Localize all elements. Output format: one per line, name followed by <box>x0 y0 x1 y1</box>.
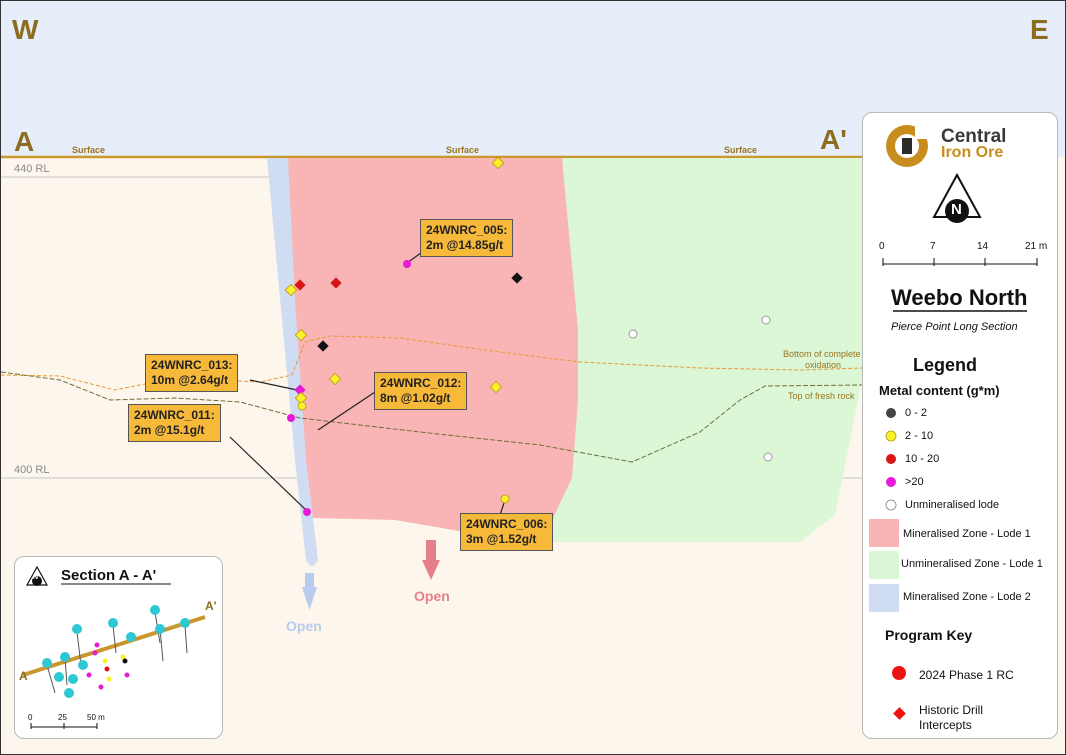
surface-label: Surface <box>446 145 480 155</box>
inset-graphics <box>22 565 206 729</box>
historic-drill-icon <box>893 707 906 720</box>
program-label: Intercepts <box>919 718 972 732</box>
unmineralised-dot <box>763 452 773 462</box>
intercept-dot <box>287 414 295 422</box>
surface-label: Surface <box>72 145 106 155</box>
callout-hole: 24WNRC_013: <box>151 358 233 372</box>
inset-title: Section A - A' <box>61 567 157 584</box>
oxidation-label: oxidation <box>805 360 842 370</box>
intercept-dot <box>303 508 311 516</box>
metal-dot <box>885 499 897 511</box>
scale-bar <box>882 258 1038 266</box>
section-start-label: A <box>14 126 35 157</box>
callout-hole: 24WNRC_012: <box>380 376 462 390</box>
metal-class-label: Unmineralised lode <box>905 499 1000 511</box>
fresh-rock-label: Top of fresh rock <box>788 391 855 401</box>
program-label: 2024 Phase 1 RC <box>919 668 1014 682</box>
legend-panel: Central Iron Ore N 0 7 14 21 m Weebo Nor… <box>862 112 1058 739</box>
callout-24wnrc-005: 24WNRC_005: 2m @14.85g/t <box>420 219 514 257</box>
zone-swatch-mineralised-lode1 <box>869 519 899 547</box>
program-label: Historic Drill <box>919 703 983 717</box>
zone-label: Mineralised Zone - Lode 2 <box>903 591 1031 603</box>
surface-label: Surface <box>724 145 758 155</box>
unmineralised-dot <box>761 315 771 325</box>
map-title: Weebo North <box>891 285 1028 310</box>
zone-label: Mineralised Zone - Lode 1 <box>903 528 1031 540</box>
unmineralised-dot <box>628 329 638 339</box>
metal-class-label: 0 - 2 <box>905 407 928 419</box>
map-subtitle: Pierce Point Long Section <box>891 321 1018 333</box>
inset-scale-tick: 50 m <box>87 713 105 722</box>
program-heading: Program Key <box>885 627 973 643</box>
metal-dot <box>886 454 896 464</box>
inset-start-label: A <box>19 669 28 683</box>
inset-scale-bar <box>30 723 98 729</box>
callout-hole: 24WNRC_006: <box>466 517 548 531</box>
rc-program-icon <box>892 666 906 680</box>
open-label-lode2: Open <box>286 618 322 634</box>
metal-dot <box>886 408 896 418</box>
east-label: E <box>1030 14 1049 45</box>
metal-class-label: >20 <box>905 476 924 488</box>
inset-map: N Section A - A' A A' 0 25 50 m <box>14 556 223 739</box>
callout-24wnrc-006: 24WNRC_006: 3m @1.52g/t <box>460 513 554 551</box>
intercept-dot <box>297 401 307 411</box>
west-label: W <box>12 14 39 45</box>
callout-result: 8m @1.02g/t <box>380 391 451 405</box>
metal-class-label: 10 - 20 <box>905 453 940 465</box>
callout-result: 2m @14.85g/t <box>426 238 504 252</box>
north-label: N <box>951 201 962 218</box>
rl-label-440: 440 RL <box>14 163 50 175</box>
open-label-lode1: Open <box>414 588 450 604</box>
callout-24wnrc-011: 24WNRC_011: 2m @15.1g/t <box>128 404 221 442</box>
section-end-label: A' <box>820 124 847 155</box>
scale-tick: 14 <box>977 241 989 252</box>
intercept-dot <box>500 494 510 504</box>
callout-24wnrc-012: 24WNRC_012: 8m @1.02g/t <box>374 372 468 410</box>
callout-result: 3m @1.52g/t <box>466 532 537 546</box>
callout-result: 10m @2.64g/t <box>151 373 229 387</box>
inset-scale-tick: 0 <box>28 713 33 722</box>
zone-swatch-mineralised-lode2 <box>869 584 899 612</box>
scale-tick: 21 m <box>1025 241 1048 252</box>
scale-tick: 7 <box>930 241 936 252</box>
scale-tick: 0 <box>879 241 885 252</box>
mineralised-zone-lode1 <box>287 158 578 535</box>
metal-class-label: 2 - 10 <box>905 430 934 442</box>
legend-heading: Legend <box>913 355 978 375</box>
rl-label-400: 400 RL <box>14 464 50 476</box>
callout-result: 2m @15.1g/t <box>134 423 205 437</box>
inset-scale-tick: 25 <box>58 713 67 722</box>
metal-dot <box>885 430 897 442</box>
metal-dot <box>886 477 896 487</box>
zone-swatch-unmineralised-lode1 <box>869 551 899 579</box>
company-logo-icon <box>886 125 929 167</box>
intercept-dot <box>403 260 411 268</box>
callout-24wnrc-013: 24WNRC_013: 10m @2.64g/t <box>145 354 239 392</box>
callout-hole: 24WNRC_005: <box>426 223 508 237</box>
metal-heading: Metal content (g*m) <box>879 383 1000 398</box>
inset-north-label: N <box>33 574 39 581</box>
company-name: Iron Ore <box>941 144 1004 161</box>
oxidation-label: Bottom of complete <box>783 349 861 359</box>
inset-end-label: A' <box>205 599 217 613</box>
long-section-map: W E A A' Surface Surface Surface 440 RL … <box>0 0 1066 755</box>
callout-hole: 24WNRC_011: <box>134 408 215 422</box>
zone-label: Unmineralised Zone - Lode 1 <box>901 558 1043 570</box>
